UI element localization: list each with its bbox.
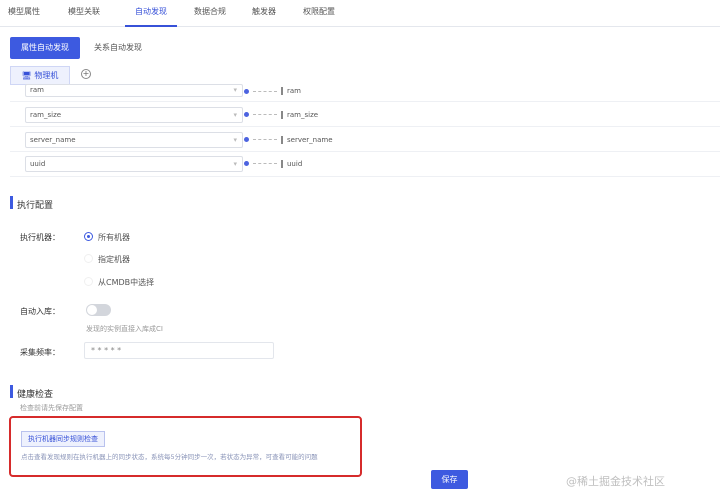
radio-specified-machines-label: 指定机器 <box>98 255 130 264</box>
select-value: server_name <box>30 136 76 144</box>
frequency-input[interactable]: * * * * * <box>84 342 274 359</box>
source-attribute-select[interactable]: ram_size ▾ <box>25 107 243 123</box>
row-divider <box>10 151 720 152</box>
section-accent-bar <box>10 385 13 398</box>
radio-from-cmdb-label: 从CMDB中选择 <box>98 278 155 287</box>
tab-triggers[interactable]: 触发器 <box>246 0 282 27</box>
link-dot-icon <box>244 137 249 142</box>
chevron-down-icon: ▾ <box>233 86 237 94</box>
watermark: @稀土掘金技术社区 <box>566 475 665 488</box>
source-attribute-select[interactable]: server_name ▾ <box>25 132 243 148</box>
select-value: ram_size <box>30 111 62 119</box>
sync-rule-check-button[interactable]: 执行机器同步规则检查 <box>21 431 105 447</box>
section-accent-bar <box>10 196 13 209</box>
tab-auto-discovery[interactable]: 自动发现 <box>125 0 177 27</box>
tab-permissions[interactable]: 权限配置 <box>295 0 343 27</box>
save-button[interactable]: 保存 <box>431 470 468 489</box>
row-divider <box>10 176 720 177</box>
select-value: uuid <box>30 160 46 168</box>
link-dot-icon <box>244 89 249 94</box>
radio-all-machines-label: 所有机器 <box>98 233 130 242</box>
frequency-label: 采集频率： <box>20 348 60 357</box>
subtab-relation-discovery[interactable]: 关系自动发现 <box>86 37 150 59</box>
target-attribute: ram <box>287 87 301 95</box>
executor-label: 执行机器： <box>20 233 60 242</box>
auto-import-label: 自动入库： <box>20 307 60 316</box>
source-attribute-select[interactable]: uuid ▾ <box>25 156 243 172</box>
chevron-down-icon: ▾ <box>233 160 237 168</box>
radio-from-cmdb[interactable] <box>84 277 93 286</box>
tab-model-relations[interactable]: 模型关联 <box>60 0 108 27</box>
auto-import-hint: 发现的实例直接入库成CI <box>86 325 163 333</box>
link-line <box>253 114 277 115</box>
target-attribute: uuid <box>287 160 303 168</box>
source-attribute-select[interactable]: ram ▾ <box>25 84 243 97</box>
link-line <box>253 91 277 92</box>
auto-import-toggle[interactable] <box>86 304 111 316</box>
target-marker <box>281 136 283 144</box>
exec-config-title: 执行配置 <box>17 201 54 211</box>
target-attribute: ram_size <box>287 111 319 119</box>
link-line <box>253 163 277 164</box>
health-check-subtitle: 检查前请先保存配置 <box>20 404 83 412</box>
target-marker <box>281 160 283 168</box>
chevron-down-icon: ▾ <box>233 136 237 144</box>
model-tab-physical-machine[interactable]: 🖥 物理机 <box>10 66 70 85</box>
chevron-down-icon: ▾ <box>233 111 237 119</box>
subtab-attribute-discovery[interactable]: 属性自动发现 <box>10 37 80 59</box>
link-line <box>253 139 277 140</box>
select-value: ram <box>30 86 44 94</box>
sync-rule-check-description: 点击查看发现规则在执行机器上的同步状态，系统每5分钟同步一次，若状态为异常，可查… <box>21 453 318 461</box>
target-attribute: server_name <box>287 136 333 144</box>
target-marker <box>281 87 283 95</box>
radio-specified-machines[interactable] <box>84 254 93 263</box>
tab-model-attributes[interactable]: 模型属性 <box>0 0 48 27</box>
row-divider <box>10 101 720 102</box>
top-tab-bar: 模型属性 模型关联 自动发现 数据合规 触发器 权限配置 <box>0 0 720 27</box>
link-dot-icon <box>244 161 249 166</box>
row-divider <box>10 126 720 127</box>
add-icon[interactable]: + <box>81 69 91 79</box>
tab-data-compliance[interactable]: 数据合规 <box>186 0 234 27</box>
health-check-title: 健康检查 <box>17 390 54 400</box>
target-marker <box>281 111 283 119</box>
link-dot-icon <box>244 112 249 117</box>
radio-all-machines[interactable] <box>84 232 93 241</box>
